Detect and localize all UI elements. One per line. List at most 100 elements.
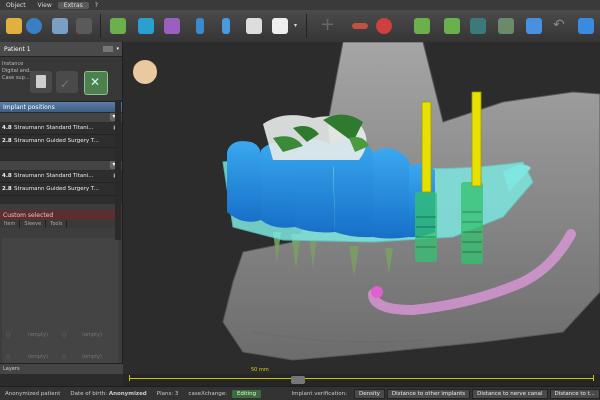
image-button[interactable] xyxy=(48,14,72,38)
dob-value: Anonymized xyxy=(108,391,147,397)
plans: Plans: 3 xyxy=(152,391,184,397)
delete-measure-button[interactable] xyxy=(372,14,396,38)
menu-item-object[interactable]: Object xyxy=(0,2,32,9)
patient-title: Patient 1 xyxy=(4,45,31,53)
delete-icon xyxy=(376,18,392,34)
arch-button[interactable] xyxy=(494,14,518,38)
undo-button[interactable]: ↶ xyxy=(548,14,572,38)
casexchange-label: caseXchange: xyxy=(188,391,227,397)
property-tabs: Item Sleeve Tools xyxy=(0,220,122,228)
property-panel: ○ (empty) ○ (empty) ○ (empty) ○ (empty) xyxy=(2,238,118,366)
dob-label: Date of birth: xyxy=(70,391,108,397)
implant-name: Straumann Standard Titani... xyxy=(14,173,94,179)
main-toolbar: ▾ + ↶ xyxy=(0,10,600,43)
tools-button[interactable]: ✕ xyxy=(84,71,108,95)
implant-name: Straumann Guided Surgery T... xyxy=(14,138,99,144)
dob: Date of birth: Anonymized xyxy=(65,391,151,397)
verification-label: Implant verification: xyxy=(291,391,347,397)
panel-scrollbar[interactable] xyxy=(115,100,121,240)
chevron-down-icon[interactable]: ▾ xyxy=(116,46,119,52)
distance-tooth-button[interactable]: Distance to t... xyxy=(549,389,600,399)
pin-icon xyxy=(222,18,230,34)
editing-badge: Editing xyxy=(231,390,262,398)
cube-button[interactable] xyxy=(522,14,546,38)
gear-icon xyxy=(76,18,92,34)
implant-row[interactable]: 4.8Straumann Standard Titani...■ xyxy=(0,170,122,183)
arch-icon xyxy=(498,18,514,34)
sleeve-icon xyxy=(196,18,204,34)
settings-button[interactable] xyxy=(72,14,96,38)
implant-size: 4.8 xyxy=(2,125,12,131)
check-button[interactable]: ✓ xyxy=(56,71,78,93)
sleeve-button[interactable] xyxy=(188,14,212,38)
nerve-entry-marker xyxy=(371,286,383,298)
implant-row[interactable]: 4.8Straumann Standard Titani...■ xyxy=(0,122,122,135)
tools-icon: ✕ xyxy=(90,75,101,89)
implant-section-title: Implant positions xyxy=(3,103,55,111)
implant-size: 2.8 xyxy=(2,138,12,144)
cut-alt-button[interactable] xyxy=(440,14,464,38)
scale-label: 50 mm xyxy=(251,367,269,373)
menu-item-view[interactable]: View xyxy=(32,2,58,9)
menu-icon[interactable] xyxy=(103,46,114,52)
add-implant-button[interactable] xyxy=(106,14,130,38)
scissors-alt-icon xyxy=(444,18,460,34)
undo-icon: ↶ xyxy=(553,17,565,33)
layers-footer[interactable]: Layers xyxy=(0,363,125,374)
cube-view-icon xyxy=(578,18,594,34)
crown-button[interactable] xyxy=(134,14,158,38)
3d-viewport[interactable]: 3D xyxy=(123,42,600,374)
tab-item[interactable]: Item xyxy=(0,220,21,228)
cube-icon xyxy=(526,18,542,34)
plans-label: Plans: xyxy=(156,391,174,397)
tab-tools[interactable]: Tools xyxy=(46,220,68,228)
trash-icon xyxy=(36,75,46,88)
cube-view-button[interactable] xyxy=(574,14,598,38)
toolbar-dropdown[interactable]: ▾ xyxy=(293,14,301,38)
implant-section-header[interactable]: Implant positions xyxy=(0,102,122,112)
move-button[interactable]: + xyxy=(316,14,340,38)
sync-button[interactable] xyxy=(22,14,46,38)
distance-implants-button[interactable]: Distance to other implants xyxy=(386,389,471,399)
implant-group-header[interactable]: ▾ xyxy=(0,112,122,122)
empty-label: (empty) xyxy=(82,354,102,360)
abutment-button[interactable] xyxy=(160,14,184,38)
app-window: Object View Extras ? ▾ + ↶ Patient 1 ▾ I… xyxy=(0,0,600,400)
distance-nerve-button[interactable]: Distance to nerve canal xyxy=(472,389,548,399)
folder-icon xyxy=(6,18,22,34)
implant-row[interactable]: 2.8Straumann Guided Surgery T...▾ xyxy=(0,135,122,148)
menu-item-extras[interactable]: Extras xyxy=(57,1,89,9)
refresh-icon xyxy=(26,18,42,34)
implant-row[interactable]: 2.8Straumann Guided Surgery T...▾ xyxy=(0,183,122,196)
print-button[interactable] xyxy=(268,14,292,38)
view-icon xyxy=(470,18,486,34)
view-button[interactable] xyxy=(466,14,490,38)
horizontal-scrollbar[interactable] xyxy=(291,376,305,384)
measure-icon xyxy=(352,23,368,29)
implant-group-header[interactable]: ▾ xyxy=(0,160,122,170)
head-orientation-icon[interactable] xyxy=(133,60,157,84)
measure-button[interactable] xyxy=(348,14,372,38)
implant-name: Straumann Standard Titani... xyxy=(14,125,94,131)
tab-sleeve[interactable]: Sleeve xyxy=(20,220,47,228)
implant-size: 4.8 xyxy=(2,173,12,179)
scale-bar: 50 mm xyxy=(123,367,600,386)
empty-label: (empty) xyxy=(28,332,48,338)
guide-button[interactable] xyxy=(242,14,266,38)
implant-size: 2.8 xyxy=(2,186,12,192)
scene-svg xyxy=(133,42,600,361)
left-panel: Patient 1 ▾ Instance Digital and... Case… xyxy=(0,42,125,374)
density-button[interactable]: Density xyxy=(353,389,385,399)
empty-label: (empty) xyxy=(28,354,48,360)
image-icon xyxy=(52,18,68,34)
guide-icon xyxy=(246,18,262,34)
trash-button[interactable] xyxy=(30,71,52,93)
custom-title: Custom selected xyxy=(3,211,54,219)
layers-label: Layers xyxy=(3,366,20,372)
menu-item-help[interactable]: ? xyxy=(89,2,104,9)
pin-button[interactable] xyxy=(214,14,238,38)
printer-icon xyxy=(272,18,288,34)
cut-button[interactable] xyxy=(410,14,434,38)
implant-axis-2 xyxy=(471,91,482,187)
custom-selection-header[interactable]: Custom selected xyxy=(0,210,122,220)
